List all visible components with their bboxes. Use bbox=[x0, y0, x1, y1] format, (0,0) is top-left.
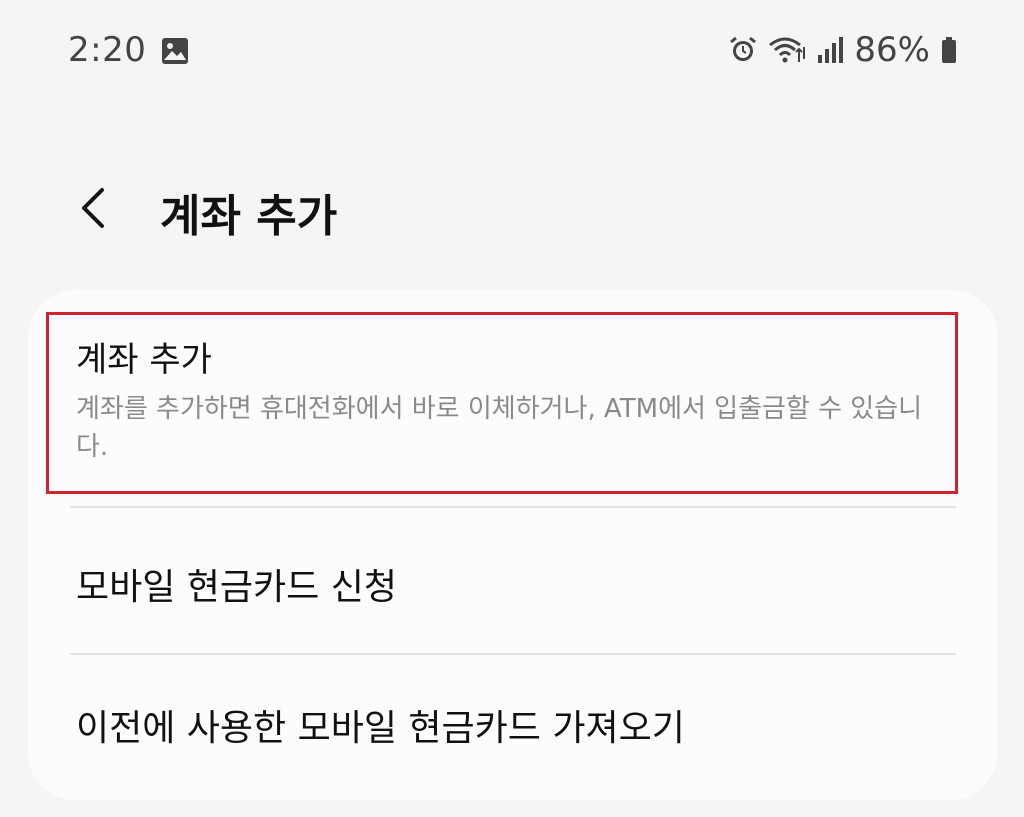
gallery-icon bbox=[160, 36, 190, 66]
list-item-add-account[interactable]: 계좌 추가 계좌를 추가하면 휴대전화에서 바로 이체하거나, ATM에서 입출… bbox=[28, 312, 998, 494]
list-item-import-mobile-cash-card[interactable]: 이전에 사용한 모바일 현금카드 가져오기 bbox=[28, 655, 998, 795]
status-bar: 2:20 86% bbox=[0, 0, 1024, 100]
page-title: 계좌 추가 bbox=[160, 191, 338, 242]
signal-icon bbox=[816, 35, 844, 65]
status-time: 2:20 bbox=[68, 30, 147, 70]
list-item-title: 이전에 사용한 모바일 현금카드 가져오기 bbox=[76, 708, 685, 749]
battery-percent: 86% bbox=[854, 30, 930, 70]
alarm-icon bbox=[728, 35, 758, 65]
list-item-apply-mobile-cash-card[interactable]: 모바일 현금카드 신청 bbox=[28, 508, 998, 653]
options-card: 계좌 추가 계좌를 추가하면 휴대전화에서 바로 이체하거나, ATM에서 입출… bbox=[28, 290, 998, 800]
status-right-group: 86% bbox=[728, 30, 958, 70]
wifi-icon bbox=[768, 35, 806, 65]
list-item-title: 모바일 현금카드 신청 bbox=[76, 567, 397, 608]
back-button[interactable] bbox=[66, 178, 126, 238]
battery-icon bbox=[940, 35, 958, 65]
list-item-title: 계좌 추가 bbox=[76, 340, 212, 380]
chevron-left-icon bbox=[66, 178, 126, 238]
list-item-description: 계좌를 추가하면 휴대전화에서 바로 이체하거나, ATM에서 입출금할 수 있… bbox=[76, 394, 923, 462]
header: 계좌 추가 bbox=[0, 168, 1024, 248]
